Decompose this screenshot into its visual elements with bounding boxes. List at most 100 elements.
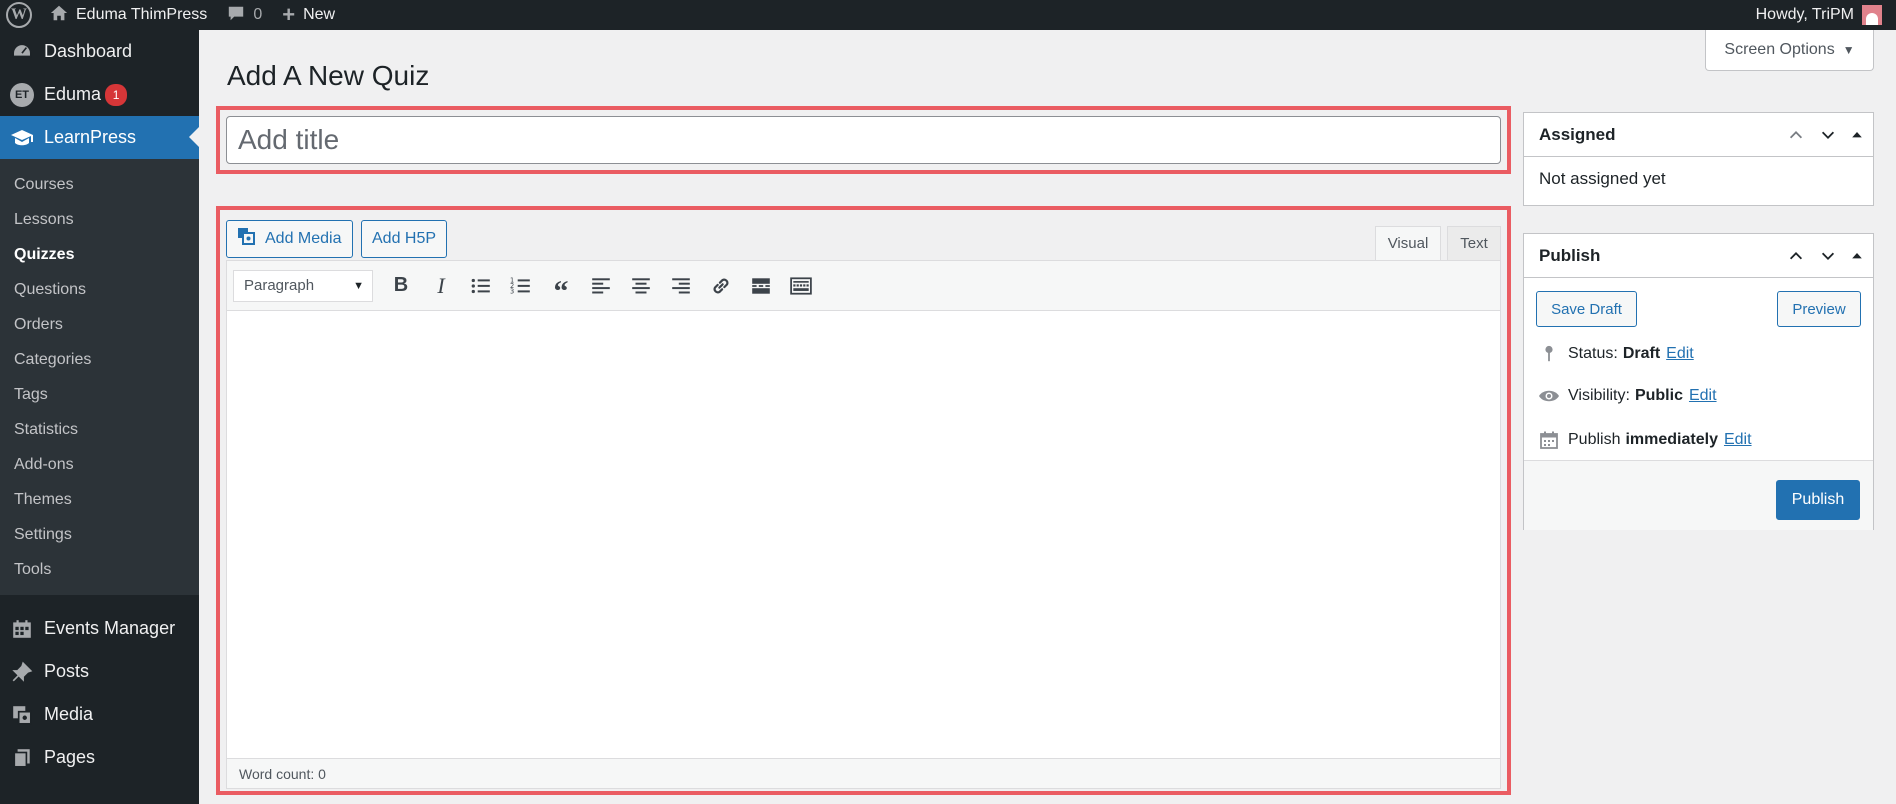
- bulleted-list-icon: [471, 278, 490, 293]
- publish-button[interactable]: Publish: [1776, 480, 1860, 520]
- sidebar-item-eduma[interactable]: ET Eduma 1: [0, 73, 199, 116]
- media-icon: [0, 704, 44, 726]
- visibility-edit-link[interactable]: Edit: [1689, 387, 1717, 405]
- align-center-button[interactable]: [621, 270, 661, 302]
- caret-down-icon: ▼: [1842, 43, 1855, 57]
- main-content: Screen Options ▼ Add A New Quiz Add Medi…: [199, 30, 1896, 804]
- tab-visual-label: Visual: [1387, 235, 1429, 252]
- editor-box: Paragraph ▼ B I 123 “ Word count: 0: [226, 260, 1501, 789]
- link-icon: [713, 278, 729, 293]
- wordpress-logo-button[interactable]: W: [0, 0, 40, 30]
- assigned-box-content: Not assigned yet: [1539, 169, 1666, 188]
- align-right-icon: [672, 277, 690, 293]
- sidebar-item-media[interactable]: Media: [0, 693, 199, 736]
- align-right-button[interactable]: [661, 270, 701, 302]
- blockquote-button[interactable]: “: [541, 270, 581, 306]
- sidebar-item-dashboard[interactable]: Dashboard: [0, 30, 199, 73]
- page-title: Add A New Quiz: [227, 60, 430, 91]
- toolbar-toggle-button[interactable]: [781, 270, 821, 302]
- editor-content-area[interactable]: [227, 311, 1500, 759]
- submenu-item-statistics[interactable]: Statistics: [0, 412, 199, 447]
- align-left-button[interactable]: [581, 270, 621, 302]
- calendar-icon: [1536, 430, 1562, 450]
- submenu-item-add-ons[interactable]: Add-ons: [0, 447, 199, 482]
- major-publishing-actions: Publish: [1524, 460, 1873, 530]
- plus-icon: +: [282, 2, 296, 27]
- format-select-value: Paragraph: [244, 277, 315, 294]
- comments-link[interactable]: 0: [217, 0, 272, 30]
- submenu-item-quizzes[interactable]: Quizzes: [0, 237, 199, 272]
- quote-icon: “: [553, 274, 569, 308]
- tab-visual[interactable]: Visual: [1375, 226, 1441, 260]
- sidebar-item-label: LearnPress: [44, 127, 137, 147]
- save-draft-button[interactable]: Save Draft: [1536, 291, 1637, 327]
- read-more-icon: [752, 277, 770, 294]
- add-media-button[interactable]: Add Media: [226, 220, 353, 258]
- admin-bar: W Eduma ThimPress 0 + New Howdy, TriPM: [0, 0, 1896, 30]
- svg-text:3: 3: [510, 287, 514, 295]
- sidebar-item-posts[interactable]: Posts: [0, 650, 199, 693]
- publish-timing-edit-link[interactable]: Edit: [1724, 431, 1752, 449]
- learnpress-submenu: Courses Lessons Quizzes Questions Orders…: [0, 159, 199, 595]
- screen-options-button[interactable]: Screen Options ▼: [1705, 30, 1874, 71]
- tab-text-label: Text: [1460, 235, 1488, 252]
- read-more-button[interactable]: [741, 270, 781, 302]
- submenu-item-settings[interactable]: Settings: [0, 517, 199, 552]
- sidebar-item-label: Media: [44, 704, 94, 724]
- numbered-list-button[interactable]: 123: [501, 270, 541, 302]
- submenu-item-themes[interactable]: Themes: [0, 482, 199, 517]
- notification-badge: 1: [105, 83, 128, 106]
- wordpress-logo-icon: W: [6, 2, 32, 28]
- submenu-item-orders[interactable]: Orders: [0, 307, 199, 342]
- status-edit-link[interactable]: Edit: [1666, 345, 1694, 363]
- submenu-item-questions[interactable]: Questions: [0, 272, 199, 307]
- visibility-label: Visibility:: [1568, 387, 1630, 404]
- italic-button[interactable]: I: [421, 270, 461, 302]
- visibility-value: Public: [1634, 387, 1683, 404]
- eduma-icon: ET: [10, 82, 34, 107]
- add-h5p-button[interactable]: Add H5P: [361, 220, 448, 258]
- tab-text[interactable]: Text: [1447, 226, 1501, 260]
- sidebar-item-events-manager[interactable]: Events Manager: [0, 607, 199, 650]
- preview-button[interactable]: Preview: [1777, 291, 1861, 327]
- chevron-up-icon[interactable]: [1787, 247, 1805, 265]
- insert-link-button[interactable]: [701, 270, 741, 302]
- collapse-triangle-icon[interactable]: [1851, 250, 1863, 262]
- collapse-triangle-icon[interactable]: [1851, 129, 1863, 141]
- site-name-link[interactable]: Eduma ThimPress: [40, 0, 217, 30]
- sidebar-item-label: Dashboard: [44, 41, 133, 61]
- italic-icon: I: [437, 272, 445, 298]
- key-icon: [1536, 344, 1562, 364]
- keyboard-icon: [790, 276, 812, 295]
- format-select[interactable]: Paragraph ▼: [233, 269, 373, 302]
- calendar-icon: [0, 618, 44, 640]
- submenu-item-courses[interactable]: Courses: [0, 167, 199, 202]
- numbered-list-icon: 123: [510, 276, 530, 295]
- greeting-text: Howdy, TriPM: [1755, 6, 1854, 23]
- sidebar-item-label: Posts: [44, 661, 90, 681]
- sidebar-item-label: Events Manager: [44, 618, 176, 638]
- pages-icon: [0, 747, 44, 769]
- bulleted-list-button[interactable]: [461, 270, 501, 302]
- align-left-icon: [592, 277, 610, 293]
- submenu-item-tools[interactable]: Tools: [0, 552, 199, 587]
- submenu-item-categories[interactable]: Categories: [0, 342, 199, 377]
- sidebar-item-learnpress[interactable]: LearnPress: [0, 116, 199, 159]
- assigned-box-header: Assigned: [1524, 113, 1873, 157]
- sidebar-item-pages[interactable]: Pages: [0, 736, 199, 779]
- bold-button[interactable]: B: [381, 270, 421, 302]
- my-account-link[interactable]: Howdy, TriPM: [1746, 0, 1896, 30]
- submenu-item-tags[interactable]: Tags: [0, 377, 199, 412]
- status-row: Status: Draft Edit: [1536, 344, 1694, 364]
- chevron-down-icon[interactable]: [1819, 126, 1837, 144]
- assigned-box-title: Assigned: [1539, 124, 1616, 144]
- chevron-down-icon[interactable]: [1819, 247, 1837, 265]
- align-center-icon: [632, 277, 650, 293]
- schedule-row: Publish immediately Edit: [1536, 430, 1752, 450]
- title-input[interactable]: [226, 116, 1501, 164]
- new-content-link[interactable]: + New: [272, 0, 345, 30]
- chevron-up-icon[interactable]: [1787, 126, 1805, 144]
- add-h5p-label: Add H5P: [372, 230, 437, 247]
- submenu-item-lessons[interactable]: Lessons: [0, 202, 199, 237]
- new-label: New: [303, 6, 336, 23]
